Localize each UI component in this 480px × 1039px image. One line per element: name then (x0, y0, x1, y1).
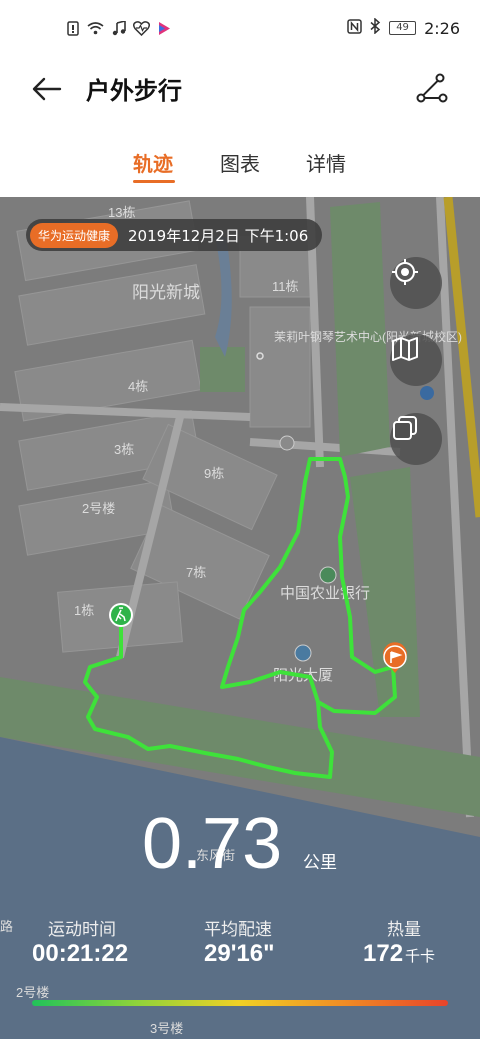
map-label-b3: 3栋 (114, 442, 134, 457)
poi-marker-icon (279, 435, 295, 451)
music-icon (110, 20, 127, 37)
pace-value: 29'16" (204, 940, 275, 967)
calories-block: 172 千卡 (363, 940, 435, 968)
route-map[interactable]: 13栋 阳光新城 11栋 茉莉叶钢琴艺术中心(阳光新城校区) 4栋 3栋 9栋 … (0, 197, 480, 1039)
map-label-complex: 阳光新城 (132, 283, 200, 302)
status-bar: 49 2:26 (0, 0, 480, 58)
pace-label: 平均配速 (204, 920, 272, 940)
health-icon (133, 20, 150, 37)
distance-value: 0.73 (142, 804, 283, 884)
title-bar: 户外步行 (0, 58, 480, 118)
map-label-b7: 7栋 (186, 565, 206, 580)
calories-label: 热量 (387, 920, 421, 940)
wifi-icon (87, 20, 104, 37)
layers-icon (393, 416, 417, 440)
map-label-b11: 11栋 (272, 279, 299, 294)
map-label-bank: 中国农业银行 (280, 585, 370, 602)
workout-date-pill: 华为运动健康 2019年12月2日 下午1:06 (26, 219, 323, 251)
tab-track[interactable]: 轨迹 (133, 148, 173, 177)
map-label-b3b: 3号楼 (150, 1021, 183, 1036)
status-time: 2:26 (424, 18, 460, 38)
locate-button[interactable] (390, 257, 442, 309)
share-button[interactable] (414, 70, 450, 106)
sim-icon (64, 20, 81, 37)
bus-stop-icon (420, 386, 434, 400)
battery-indicator: 49 (389, 21, 417, 35)
brand-badge: 华为运动健康 (30, 222, 119, 248)
map-label-b13: 13栋 (108, 205, 135, 220)
tab-bar: 轨迹 图表 详情 (0, 130, 480, 196)
map-label-b2b: 2号楼 (16, 985, 49, 1000)
pace-gradient-bar (32, 1000, 448, 1006)
nfc-icon (347, 18, 362, 38)
calories-unit: 千卡 (405, 948, 436, 965)
distance-unit: 公里 (303, 853, 337, 873)
bluetooth-icon (370, 17, 381, 38)
share-icon (416, 73, 448, 103)
tab-chart[interactable]: 图表 (220, 148, 260, 177)
status-icons-right: 49 2:26 (347, 17, 460, 38)
bank-poi-icon (319, 566, 337, 584)
status-icons-left (64, 20, 173, 37)
back-arrow-icon (32, 77, 62, 101)
distance-summary: 0.73 公里 (0, 802, 480, 886)
map-label-b4: 4栋 (128, 379, 148, 394)
tab-details[interactable]: 详情 (306, 148, 346, 177)
crosshair-icon (392, 259, 418, 285)
duration-label: 运动时间 (48, 920, 116, 940)
tab-indicator (133, 180, 175, 183)
map-label-b9: 9栋 (204, 466, 224, 481)
calories-value: 172 (363, 940, 404, 967)
building-poi-icon (294, 644, 312, 662)
map-label-b2: 2号楼 (82, 501, 115, 516)
layers-button[interactable] (390, 413, 442, 465)
back-button[interactable] (30, 72, 64, 106)
map-label-road2: 路 (0, 919, 13, 934)
map-canvas: 13栋 阳光新城 11栋 茉莉叶钢琴艺术中心(阳光新城校区) 4栋 3栋 9栋 … (0, 197, 480, 1039)
map-icon (392, 337, 418, 361)
app-icon (156, 20, 173, 37)
duration-value: 00:21:22 (32, 940, 129, 967)
map-type-button[interactable] (390, 334, 442, 386)
start-marker-icon (109, 603, 133, 627)
page-title: 户外步行 (86, 77, 182, 105)
map-label-b1: 1栋 (74, 603, 94, 618)
workout-datetime: 2019年12月2日 下午1:06 (128, 226, 309, 245)
